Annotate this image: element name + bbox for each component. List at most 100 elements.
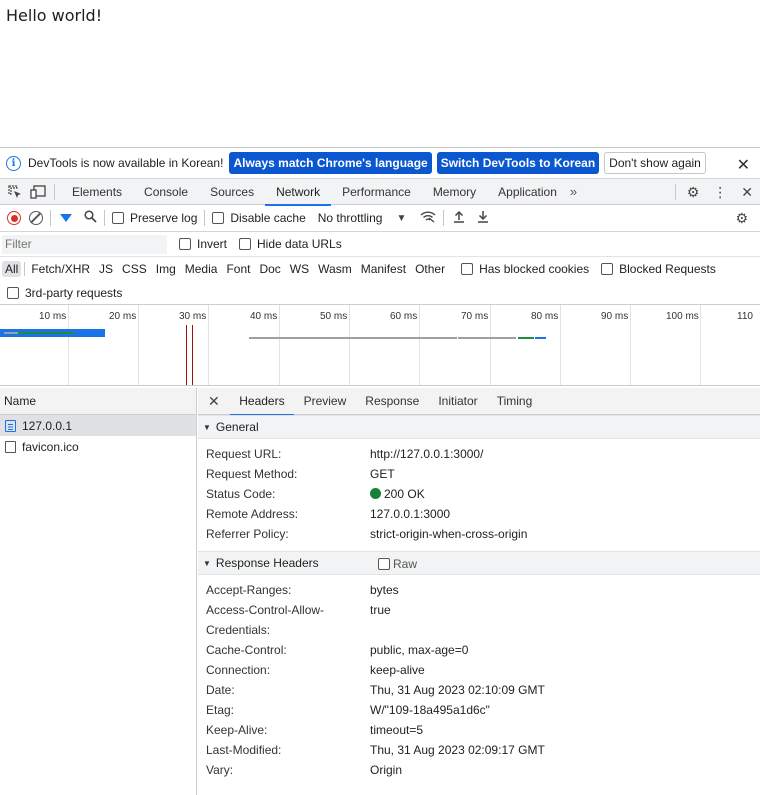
device-toolbar-icon[interactable] [30, 184, 46, 199]
blocked-cookies-checkbox[interactable]: Has blocked cookies [461, 262, 589, 276]
details-tab-strip: ✕ Headers Preview Response Initiator Tim… [198, 388, 760, 416]
blocked-requests-checkbox[interactable]: Blocked Requests [601, 262, 716, 276]
header-row: Request URL: http://127.0.0.1:3000/ [198, 444, 760, 464]
checkbox-box[interactable] [378, 558, 390, 570]
tab-console[interactable]: Console [133, 179, 199, 205]
request-row[interactable]: favicon.ico [0, 436, 196, 457]
dom-content-loaded-line [192, 325, 193, 385]
hide-data-urls-checkbox[interactable]: Hide data URLs [239, 237, 342, 251]
more-options-icon[interactable]: ⋮ [713, 184, 727, 201]
header-row: Etag: W/"109-18a495a1d6c" [198, 700, 760, 720]
type-all[interactable]: All [2, 261, 22, 277]
checkbox-box[interactable] [7, 286, 19, 299]
header-value: Origin [370, 763, 403, 777]
upload-icon[interactable] [453, 210, 465, 226]
download-icon[interactable] [477, 210, 489, 226]
tick-label: 80 ms [531, 311, 559, 322]
tab-application[interactable]: Application [487, 179, 568, 205]
checkbox-box[interactable] [179, 238, 191, 250]
type-css[interactable]: CSS [119, 261, 150, 277]
type-manifest[interactable]: Manifest [358, 261, 409, 277]
close-devtools-icon[interactable]: ✕ [741, 184, 753, 201]
header-key: Access-Control-Allow- [206, 603, 325, 617]
tab-network[interactable]: Network [265, 179, 332, 206]
waterfall-segment [4, 332, 18, 334]
network-conditions-icon[interactable] [420, 210, 436, 226]
toolbar-divider [443, 210, 445, 226]
third-party-checkbox[interactable]: 3rd-party requests [7, 286, 122, 300]
match-language-button[interactable]: Always match Chrome's language [229, 152, 432, 174]
general-section-header[interactable]: ▼ General [198, 415, 760, 439]
record-icon[interactable] [7, 211, 21, 225]
tick-label: 10 ms [39, 311, 67, 322]
checkbox-box[interactable] [601, 263, 614, 275]
request-name: 127.0.0.1 [22, 418, 73, 433]
tab-memory[interactable]: Memory [422, 179, 487, 205]
type-font[interactable]: Font [223, 261, 253, 277]
header-value: bytes [370, 583, 399, 597]
close-icon[interactable]: ✕ [737, 155, 750, 175]
grid-line [279, 305, 280, 385]
tab-performance[interactable]: Performance [331, 179, 422, 205]
header-key: Referrer Policy: [206, 527, 289, 541]
tick-label: 100 ms [666, 311, 699, 322]
tab-headers[interactable]: Headers [229, 388, 295, 416]
throttling-value: No throttling [317, 211, 383, 225]
response-headers-section-header[interactable]: ▼ Response Headers Raw [198, 551, 760, 575]
waterfall-segment [518, 337, 534, 339]
more-tabs-icon[interactable]: » [570, 184, 577, 199]
filter-input[interactable] [2, 234, 167, 254]
type-doc[interactable]: Doc [256, 261, 283, 277]
throttling-select[interactable]: No throttling ▼ [318, 211, 407, 225]
header-value: timeout=5 [370, 723, 424, 737]
type-ws[interactable]: WS [287, 261, 312, 277]
header-key: Accept-Ranges: [206, 583, 292, 597]
raw-checkbox[interactable]: Raw [378, 557, 417, 571]
waterfall-bar-favicon [249, 337, 457, 339]
status-code-value: 200 OK [370, 484, 425, 504]
tick-label: 50 ms [320, 311, 348, 322]
request-row[interactable]: 127.0.0.1 [0, 415, 196, 436]
switch-language-button[interactable]: Switch DevTools to Korean [436, 152, 600, 174]
tab-response[interactable]: Response [356, 388, 429, 415]
close-details-icon[interactable]: ✕ [208, 393, 220, 410]
tab-timing[interactable]: Timing [487, 388, 542, 415]
name-column-header[interactable]: Name [0, 388, 196, 415]
header-row: Keep-Alive: timeout=5 [198, 720, 760, 740]
checkbox-box[interactable] [112, 212, 124, 224]
request-split-view: Name 127.0.0.1 favicon.ico ✕ Headers Pre… [0, 388, 760, 795]
tick-label: 30 ms [179, 311, 207, 322]
dont-show-again-button[interactable]: Don't show again [604, 152, 706, 174]
expand-triangle-icon: ▼ [203, 558, 211, 568]
type-js[interactable]: JS [96, 261, 116, 277]
type-fetch-xhr[interactable]: Fetch/XHR [28, 261, 93, 277]
type-img[interactable]: Img [153, 261, 179, 277]
header-value: Thu, 31 Aug 2023 02:10:09 GMT [370, 683, 545, 697]
header-row: Cache-Control: public, max-age=0 [198, 640, 760, 660]
clear-icon[interactable] [29, 211, 43, 225]
network-settings-icon[interactable]: ⚙ [735, 210, 748, 227]
checkbox-box[interactable] [239, 238, 252, 250]
filter-icon[interactable] [60, 214, 72, 222]
tab-sources[interactable]: Sources [199, 179, 265, 205]
preserve-log-checkbox[interactable]: Preserve log [112, 211, 197, 225]
timeline-overview[interactable]: 10 ms 20 ms 30 ms 40 ms 50 ms 60 ms 70 m… [0, 305, 760, 386]
tick-label: 20 ms [109, 311, 137, 322]
tab-elements[interactable]: Elements [61, 179, 133, 205]
inspect-element-icon[interactable] [8, 184, 22, 199]
disable-cache-checkbox[interactable]: Disable cache [212, 211, 306, 225]
tab-initiator[interactable]: Initiator [429, 388, 487, 415]
general-title: General [215, 420, 259, 434]
header-key: Keep-Alive: [206, 723, 268, 737]
type-media[interactable]: Media [182, 261, 221, 277]
checkbox-box[interactable] [212, 212, 225, 224]
type-other[interactable]: Other [412, 261, 448, 277]
checkbox-box[interactable] [461, 263, 474, 275]
header-key: Connection: [206, 663, 271, 677]
settings-gear-icon[interactable]: ⚙ [687, 184, 700, 201]
search-icon[interactable] [84, 210, 97, 226]
invert-label: Invert [197, 237, 228, 251]
invert-checkbox[interactable]: Invert [179, 237, 227, 251]
type-wasm[interactable]: Wasm [315, 261, 355, 277]
tab-preview[interactable]: Preview [294, 388, 356, 415]
